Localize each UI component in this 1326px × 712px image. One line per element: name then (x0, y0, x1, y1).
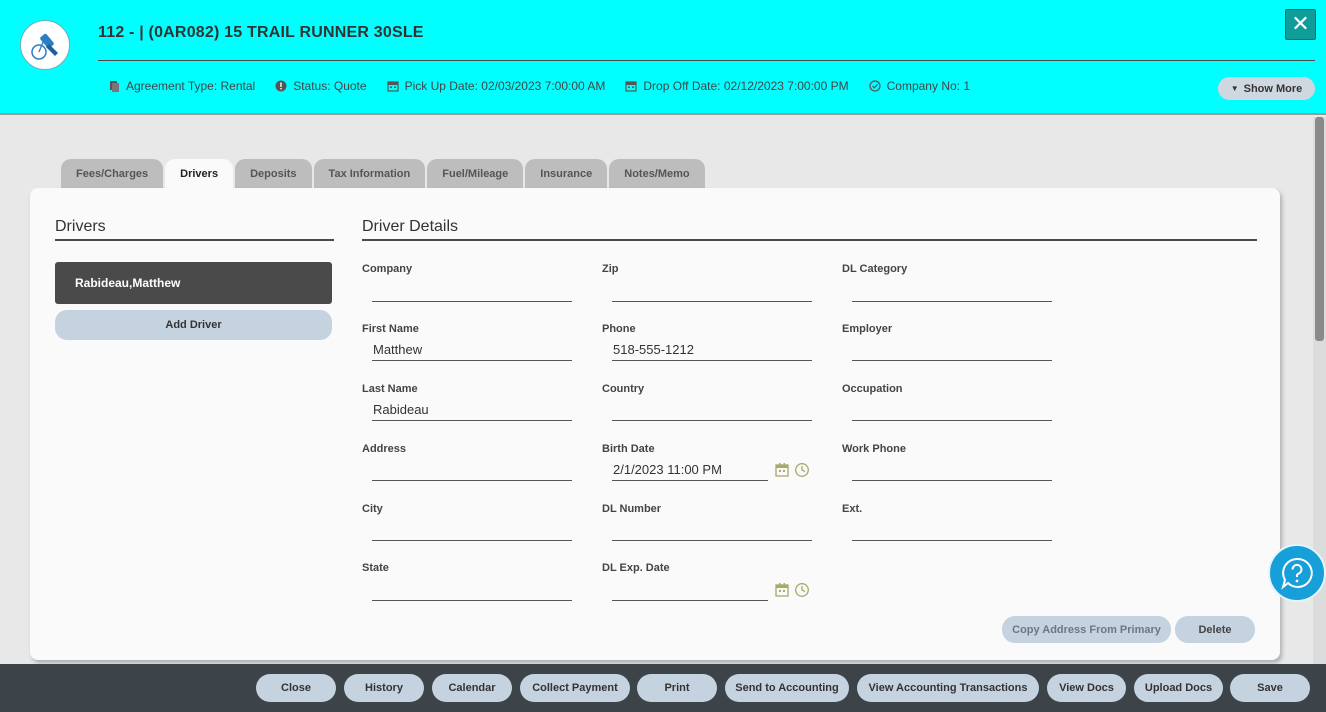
country-field[interactable] (612, 399, 812, 421)
help-chat-icon[interactable] (1268, 544, 1326, 602)
dl-category-field[interactable] (852, 280, 1052, 302)
work-phone-field[interactable] (852, 459, 1052, 481)
footer-toolbar: Close History Calendar Collect Payment P… (0, 664, 1326, 712)
show-more-button[interactable]: ▼ Show More (1218, 77, 1315, 100)
calendar-icon[interactable] (774, 582, 790, 598)
tab-deposits[interactable]: Deposits (235, 159, 312, 188)
calendar-icon[interactable] (774, 462, 790, 478)
driver-list-item[interactable]: Rabideau,Matthew (55, 262, 332, 304)
drivers-section-title: Drivers (55, 218, 106, 235)
company-field[interactable] (372, 280, 572, 302)
calendar-icon (386, 81, 399, 92)
header-divider (98, 60, 1315, 61)
state-field[interactable] (372, 579, 572, 601)
last-name-label: Last Name (362, 383, 418, 395)
zip-field[interactable] (612, 280, 812, 302)
agreement-meta: Agreement Type: Rental Status: Quote Pic… (108, 79, 990, 93)
caret-down-icon: ▼ (1230, 84, 1239, 93)
state-label: State (362, 562, 389, 574)
tab-notes-memo[interactable]: Notes/Memo (609, 159, 705, 188)
drivers-divider (55, 239, 334, 241)
dl-category-label: DL Category (842, 263, 908, 275)
upload-docs-button[interactable]: Upload Docs (1134, 674, 1223, 702)
add-driver-button[interactable]: Add Driver (55, 310, 332, 340)
occupation-label: Occupation (842, 383, 903, 395)
dl-number-field[interactable] (612, 519, 812, 541)
first-name-field[interactable] (372, 339, 572, 361)
employer-label: Employer (842, 323, 893, 335)
view-docs-button[interactable]: View Docs (1047, 674, 1126, 702)
first-name-label: First Name (362, 323, 419, 335)
city-field[interactable] (372, 519, 572, 541)
meta-dropoff-date: Drop Off Date: 02/12/2023 7:00:00 PM (625, 79, 849, 93)
meta-status: Status: Quote (275, 79, 367, 93)
document-icon (110, 81, 119, 92)
calendar-icon (625, 81, 637, 92)
country-label: Country (602, 383, 645, 395)
tab-insurance[interactable]: Insurance (525, 159, 608, 188)
view-accounting-transactions-button[interactable]: View Accounting Transactions (857, 674, 1039, 702)
keys-icon (20, 20, 70, 70)
info-icon (275, 80, 287, 92)
ext-label: Ext. (842, 503, 863, 515)
address-label: Address (362, 443, 407, 455)
close-button[interactable]: Close (256, 674, 336, 702)
zip-label: Zip (602, 263, 619, 275)
clock-icon[interactable] (794, 582, 810, 598)
address-field[interactable] (372, 459, 572, 481)
company-label: Company (362, 263, 413, 275)
meta-pickup-date: Pick Up Date: 02/03/2023 7:00:00 AM (386, 79, 605, 93)
tab-bar: Fees/Charges Drivers Deposits Tax Inform… (61, 159, 705, 188)
tab-tax-information[interactable]: Tax Information (313, 159, 426, 188)
details-divider (362, 239, 1257, 241)
dl-number-label: DL Number (602, 503, 662, 515)
tab-fees-charges[interactable]: Fees/Charges (61, 159, 164, 188)
phone-label: Phone (602, 323, 636, 335)
page-title: 112 - | (0AR082) 15 TRAIL RUNNER 30SLE (98, 24, 424, 41)
birth-date-label: Birth Date (602, 443, 655, 455)
scrollbar-thumb[interactable] (1315, 117, 1324, 341)
calendar-button[interactable]: Calendar (432, 674, 512, 702)
phone-field[interactable] (612, 339, 812, 361)
dl-exp-date-label: DL Exp. Date (602, 562, 670, 574)
occupation-field[interactable] (852, 399, 1052, 421)
header: 112 - | (0AR082) 15 TRAIL RUNNER 30SLE ✕… (0, 0, 1326, 115)
meta-agreement-type: Agreement Type: Rental (108, 79, 255, 93)
history-button[interactable]: History (344, 674, 424, 702)
birth-date-field[interactable] (612, 459, 768, 481)
clock-icon[interactable] (794, 462, 810, 478)
driver-details-title: Driver Details (362, 218, 459, 235)
print-button[interactable]: Print (637, 674, 717, 702)
copy-address-button[interactable]: Copy Address From Primary (1002, 616, 1171, 643)
drivers-panel: Drivers Rabideau,Matthew Add Driver Driv… (30, 188, 1280, 660)
delete-button[interactable]: Delete (1175, 616, 1255, 643)
meta-company-no: Company No: 1 (869, 79, 970, 93)
check-circle-icon (869, 80, 881, 92)
ext-field[interactable] (852, 519, 1052, 541)
send-to-accounting-button[interactable]: Send to Accounting (725, 674, 849, 702)
collect-payment-button[interactable]: Collect Payment (520, 674, 630, 702)
tab-drivers[interactable]: Drivers (165, 159, 234, 188)
last-name-field[interactable] (372, 399, 572, 421)
close-icon[interactable]: ✕ (1285, 9, 1316, 40)
tab-fuel-mileage[interactable]: Fuel/Mileage (427, 159, 524, 188)
employer-field[interactable] (852, 339, 1052, 361)
work-phone-label: Work Phone (842, 443, 906, 455)
save-button[interactable]: Save (1230, 674, 1310, 702)
dl-exp-date-field[interactable] (612, 579, 768, 601)
city-label: City (362, 503, 383, 515)
